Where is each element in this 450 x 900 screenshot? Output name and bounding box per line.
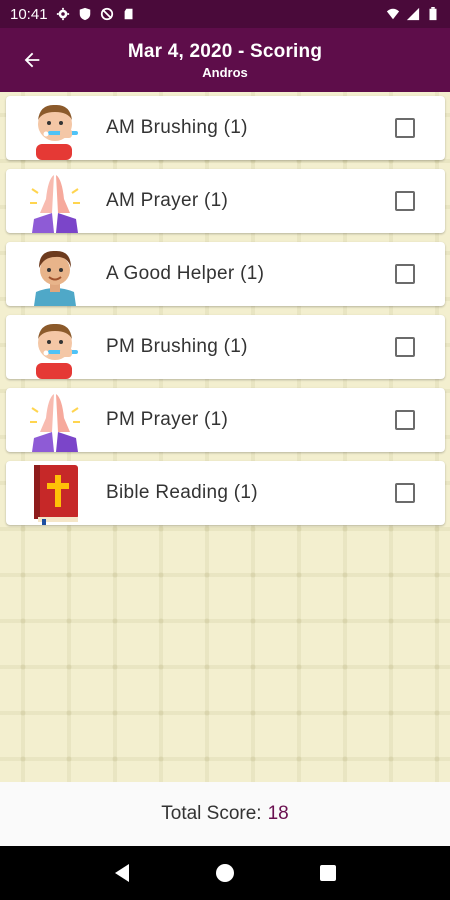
wifi-icon — [386, 8, 400, 20]
signal-icon — [406, 7, 420, 21]
task-label: AM Prayer (1) — [106, 190, 229, 211]
task-checkbox[interactable] — [395, 483, 415, 503]
task-checkbox[interactable] — [395, 337, 415, 357]
system-nav-bar — [0, 846, 450, 900]
task-label: AM Brushing (1) — [106, 117, 248, 138]
task-checkbox[interactable] — [395, 191, 415, 211]
task-checkbox[interactable] — [395, 264, 415, 284]
task-item-good-helper[interactable]: A Good Helper (1) — [6, 242, 445, 306]
total-score-label: Total Score: — [161, 803, 262, 824]
page-title: Mar 4, 2020 - Scoring — [127, 40, 323, 62]
task-item-bible-reading[interactable]: Bible Reading (1) — [6, 461, 445, 525]
nav-back-button[interactable] — [102, 853, 142, 893]
app-bar: Mar 4, 2020 - Scoring Andros — [0, 28, 450, 92]
task-label: A Good Helper (1) — [106, 263, 265, 284]
task-item-am-brushing[interactable]: AM Brushing (1) — [6, 96, 445, 160]
settings-icon — [56, 7, 69, 21]
status-bar: 10:41 — [0, 0, 450, 28]
task-list: AM Brushing (1) AM Prayer (1) A Good Hel… — [0, 92, 450, 782]
battery-icon — [429, 7, 437, 21]
square-recents-icon — [320, 865, 337, 881]
back-button[interactable] — [18, 46, 46, 74]
header-titles: Mar 4, 2020 - Scoring Andros — [0, 41, 450, 80]
task-checkbox[interactable] — [395, 410, 415, 430]
sd-card-icon — [124, 8, 133, 20]
task-label: PM Prayer (1) — [106, 409, 229, 430]
arrow-back-icon — [24, 52, 40, 68]
total-score-value: 18 — [267, 803, 289, 824]
boy-helper-icon — [24, 242, 86, 306]
task-item-pm-prayer[interactable]: PM Prayer (1) — [6, 388, 445, 452]
nav-home-button[interactable] — [205, 853, 245, 893]
nav-recents-button[interactable] — [308, 853, 348, 893]
task-checkbox[interactable] — [395, 118, 415, 138]
child-brushing-teeth-icon — [24, 315, 86, 379]
task-item-pm-brushing[interactable]: PM Brushing (1) — [6, 315, 445, 379]
page-subtitle: Andros — [202, 64, 248, 80]
task-item-am-prayer[interactable]: AM Prayer (1) — [6, 169, 445, 233]
praying-hands-icon — [24, 169, 86, 233]
bible-icon — [24, 461, 86, 525]
task-label: Bible Reading (1) — [106, 482, 258, 503]
circle-home-icon — [215, 864, 234, 882]
praying-hands-icon — [24, 388, 86, 452]
status-time: 10:41 — [10, 5, 48, 23]
no-sync-icon — [100, 7, 113, 21]
shield-icon — [79, 7, 90, 21]
triangle-back-icon — [114, 864, 129, 882]
total-score-bar: Total Score: 18 — [0, 782, 450, 846]
task-label: PM Brushing (1) — [106, 336, 248, 357]
child-brushing-teeth-icon — [24, 96, 86, 160]
